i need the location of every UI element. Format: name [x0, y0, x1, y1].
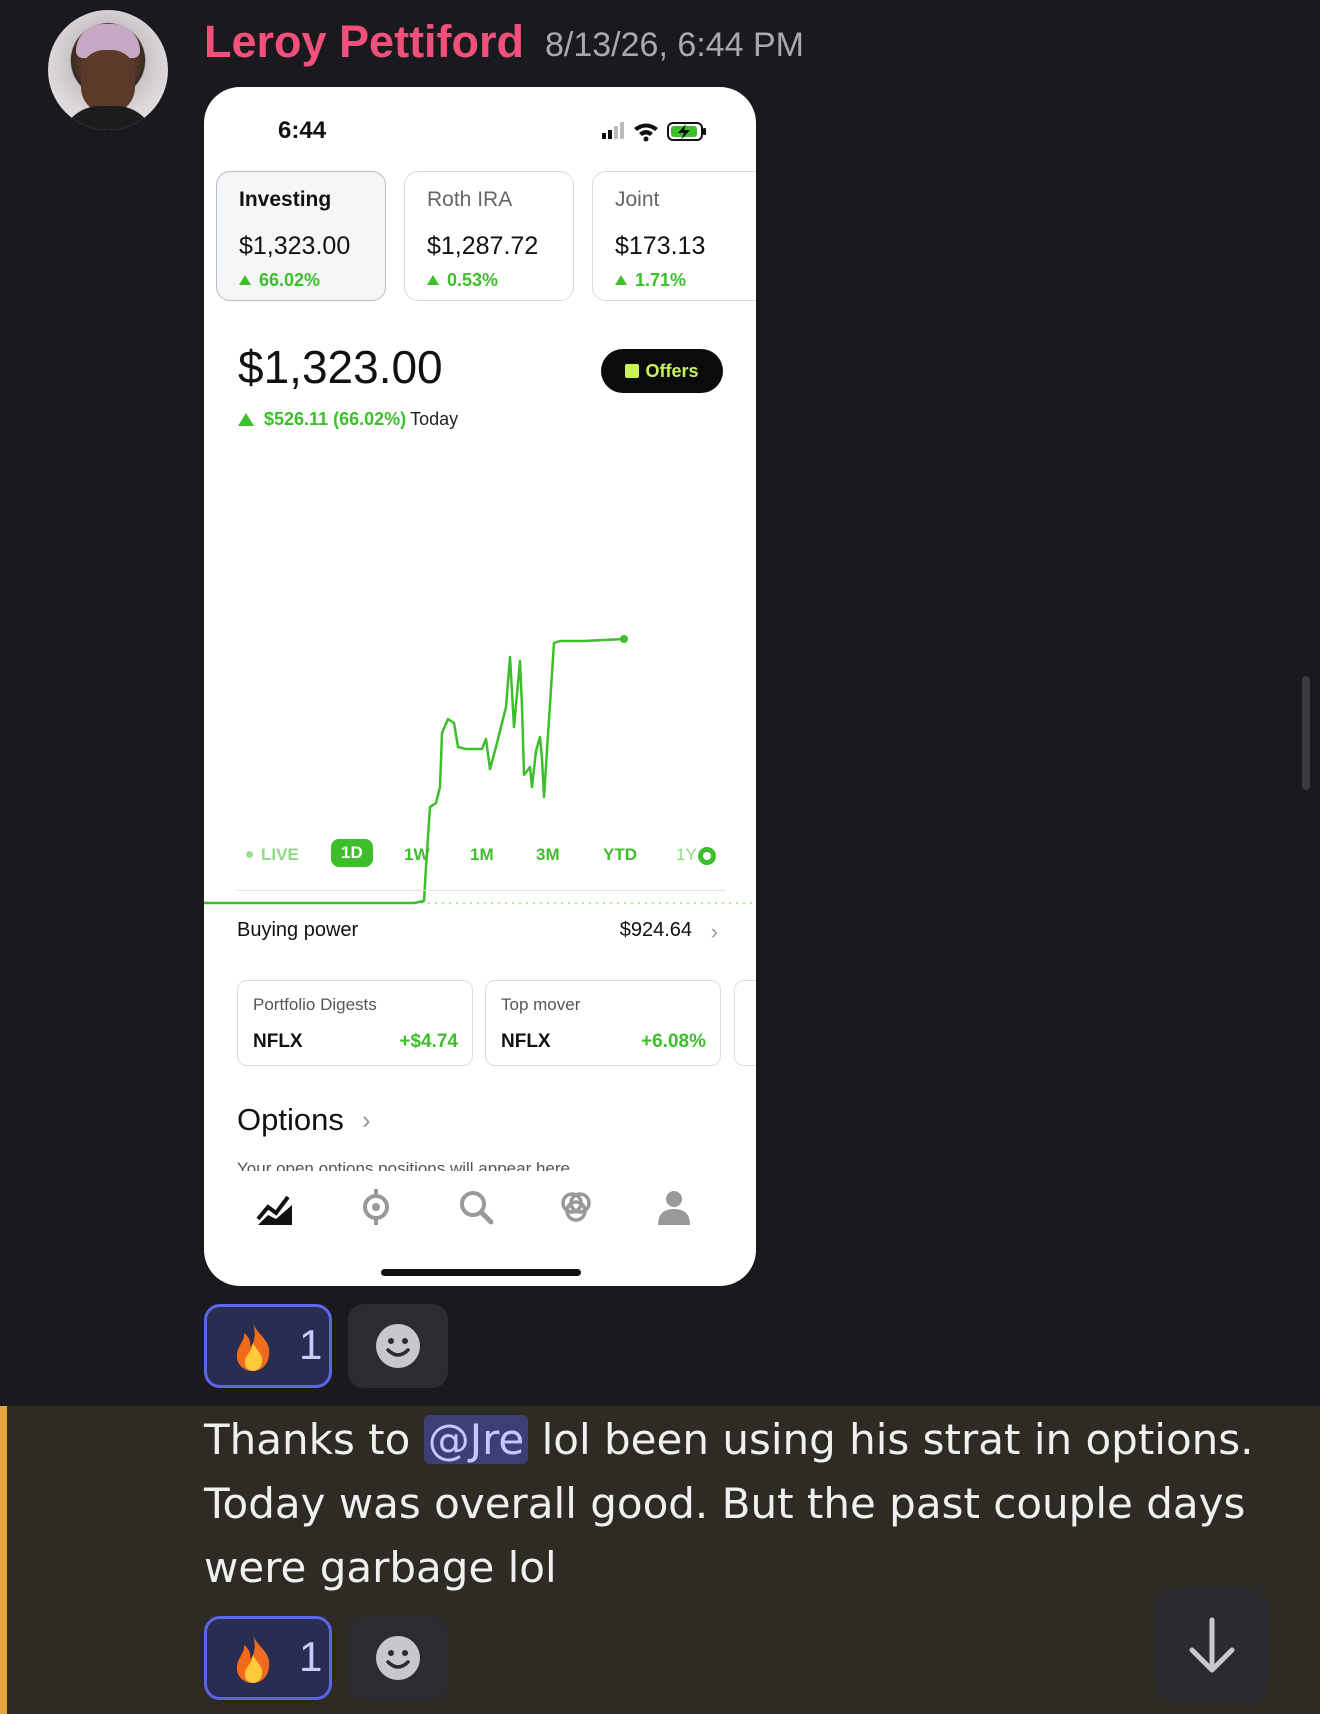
- buying-power-value: $924.64: [619, 919, 692, 941]
- highlight-bar: [0, 1406, 7, 1714]
- status-icons: [602, 122, 706, 142]
- reaction-fire[interactable]: 1: [204, 1616, 332, 1700]
- account-change: 0.53%: [427, 270, 498, 291]
- account-change-value: 66.02%: [259, 270, 321, 290]
- up-arrow-icon: [615, 275, 627, 285]
- portfolio-chart-icon[interactable]: [254, 1185, 298, 1229]
- account-value: $1,323.00: [239, 232, 351, 260]
- account-value: $173.13: [615, 232, 706, 260]
- options-title[interactable]: Options: [237, 1102, 344, 1138]
- next-card-partial[interactable]: [734, 980, 756, 1066]
- fire-icon: [236, 1635, 270, 1683]
- chart-endpoint: [620, 635, 628, 643]
- card-value: +$4.74: [399, 1031, 458, 1052]
- home-indicator: [381, 1269, 581, 1276]
- portfolio-value: $1,323.00: [238, 341, 443, 393]
- network-icon[interactable]: [554, 1185, 598, 1229]
- add-reaction-icon: [376, 1636, 420, 1680]
- range-live[interactable]: LIVE: [246, 845, 299, 865]
- options-subtitle: Your open options positions will appear …: [237, 1159, 570, 1171]
- today-change: $526.11 (66.02%) Today: [238, 409, 458, 430]
- add-reaction-icon: [376, 1324, 420, 1368]
- author-name[interactable]: Leroy Pettiford: [204, 16, 524, 68]
- range-label: LIVE: [261, 845, 299, 864]
- crypto-icon[interactable]: [354, 1185, 398, 1229]
- reaction-count: 1: [299, 1321, 323, 1368]
- account-name: Roth IRA: [427, 188, 513, 211]
- avatar-face: [81, 50, 135, 114]
- account-tab-investing[interactable]: Investing $1,323.00 66.02%: [216, 171, 386, 301]
- fire-icon: [236, 1323, 270, 1371]
- reaction-fire[interactable]: 1: [204, 1304, 332, 1388]
- chevron-right-icon[interactable]: ›: [362, 1105, 371, 1136]
- avatar-shirt: [60, 106, 156, 130]
- range-1d[interactable]: 1D: [331, 839, 373, 867]
- scrollbar[interactable]: [1302, 676, 1310, 790]
- today-label: Today: [410, 409, 459, 429]
- card-value: +6.08%: [641, 1031, 706, 1052]
- add-reaction-button[interactable]: [348, 1304, 448, 1388]
- up-arrow-icon: [239, 275, 251, 285]
- gift-icon: [625, 364, 640, 378]
- account-change: 66.02%: [239, 270, 320, 291]
- status-time: 6:44: [278, 117, 327, 144]
- offers-button[interactable]: Offers: [601, 349, 723, 393]
- range-1w[interactable]: 1W: [404, 845, 430, 865]
- account-tab-roth-ira[interactable]: Roth IRA $1,287.72 0.53%: [404, 171, 574, 301]
- range-ytd[interactable]: YTD: [603, 845, 637, 865]
- account-icon[interactable]: [652, 1185, 696, 1229]
- chevron-right-icon[interactable]: ›: [711, 919, 718, 945]
- top-mover-card[interactable]: Top mover NFLX +6.08%: [485, 980, 721, 1066]
- buying-power-label[interactable]: Buying power: [237, 919, 358, 942]
- up-arrow-icon: [238, 413, 254, 426]
- today-change-value: $526.11 (66.02%): [264, 409, 407, 429]
- gear-icon[interactable]: [698, 847, 716, 865]
- jump-to-bottom-button[interactable]: [1154, 1588, 1270, 1704]
- account-value: $1,287.72: [427, 232, 539, 260]
- account-change: 1.71%: [615, 270, 686, 291]
- card-title: Portfolio Digests: [253, 995, 377, 1014]
- range-3m[interactable]: 3M: [536, 845, 560, 865]
- account-name: Joint: [615, 188, 660, 211]
- attached-image[interactable]: 6:44 Investing $1,323.00 66.02% Roth IRA…: [204, 87, 756, 1286]
- add-reaction-button[interactable]: [348, 1616, 448, 1700]
- offers-label: Offers: [645, 361, 699, 381]
- message-timestamp: 8/13/26, 6:44 PM: [545, 26, 804, 64]
- card-ticker: NFLX: [253, 1031, 303, 1052]
- account-name: Investing: [239, 188, 332, 211]
- arrow-down-icon: [1189, 1617, 1235, 1673]
- message-text: Thanks to: [204, 1415, 424, 1464]
- divider: [236, 890, 726, 891]
- range-1y[interactable]: 1Y: [676, 845, 697, 865]
- range-1m[interactable]: 1M: [470, 845, 494, 865]
- account-tab-joint[interactable]: Joint $173.13 1.71%: [592, 171, 756, 301]
- live-dot-icon: [246, 851, 253, 858]
- author-avatar[interactable]: [48, 10, 168, 130]
- card-title: Top mover: [501, 995, 581, 1014]
- user-mention[interactable]: @Jre: [423, 1415, 529, 1464]
- account-change-value: 1.71%: [635, 270, 687, 290]
- portfolio-digests-card[interactable]: Portfolio Digests NFLX +$4.74: [237, 980, 473, 1066]
- account-change-value: 0.53%: [447, 270, 499, 290]
- time-range-selector: LIVE 1D 1W 1M 3M YTD 1Y: [204, 839, 756, 879]
- card-ticker: NFLX: [501, 1031, 551, 1052]
- search-icon[interactable]: [454, 1185, 498, 1229]
- message-content: Thanks to @Jre lol been using his strat …: [204, 1408, 1284, 1600]
- up-arrow-icon: [427, 275, 439, 285]
- bottom-tab-bar: [204, 1185, 756, 1245]
- reaction-count: 1: [299, 1633, 323, 1680]
